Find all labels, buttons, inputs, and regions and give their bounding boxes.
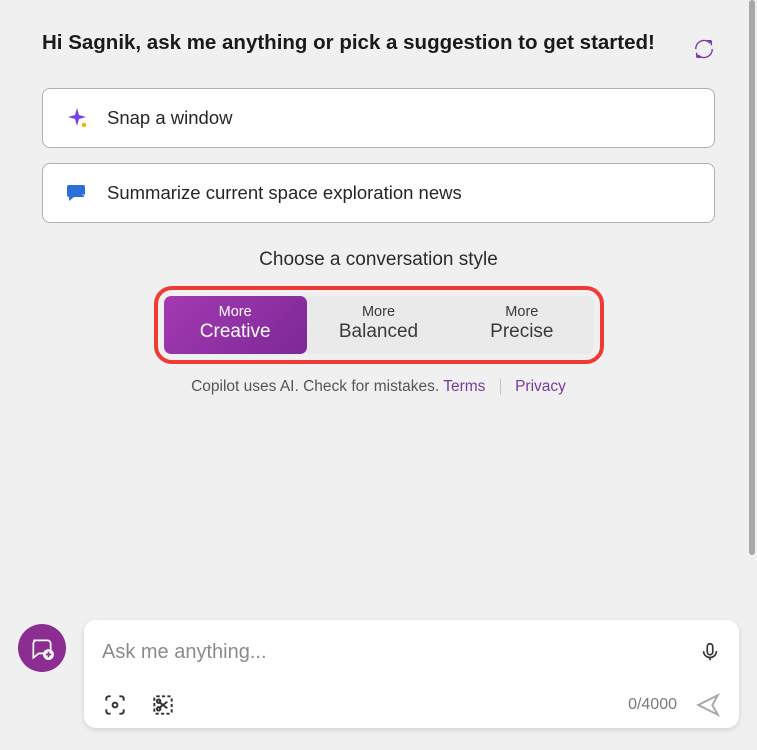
style-option-creative[interactable]: More Creative xyxy=(164,296,307,354)
style-line2: Creative xyxy=(168,321,303,344)
terms-link[interactable]: Terms xyxy=(443,378,485,395)
style-line1: More xyxy=(311,304,446,321)
send-icon[interactable] xyxy=(695,692,721,718)
disclaimer-text: Copilot uses AI. Check for mistakes. xyxy=(191,378,439,395)
refresh-icon[interactable] xyxy=(693,38,715,60)
style-line1: More xyxy=(168,304,303,321)
sparkle-icon xyxy=(65,106,89,130)
chat-bubble-icon xyxy=(65,181,89,205)
microphone-icon[interactable] xyxy=(699,641,721,663)
style-option-balanced[interactable]: More Balanced xyxy=(307,296,450,354)
style-heading: Choose a conversation style xyxy=(42,249,715,271)
chat-input[interactable] xyxy=(102,641,687,664)
suggestions-list: Snap a window Summarize current space ex… xyxy=(42,88,715,223)
chat-input-box: 0/4000 xyxy=(84,620,739,728)
style-line2: Balanced xyxy=(311,321,446,344)
suggestion-label: Summarize current space exploration news xyxy=(107,182,462,204)
style-line2: Precise xyxy=(454,321,589,344)
style-option-precise[interactable]: More Precise xyxy=(450,296,593,354)
snip-icon[interactable] xyxy=(150,692,176,718)
scrollbar[interactable] xyxy=(749,0,755,555)
legal-text: Copilot uses AI. Check for mistakes. Ter… xyxy=(42,378,715,396)
char-counter: 0/4000 xyxy=(628,696,677,714)
suggestion-summarize-news[interactable]: Summarize current space exploration news xyxy=(42,163,715,223)
screenshot-icon[interactable] xyxy=(102,692,128,718)
suggestion-snap-window[interactable]: Snap a window xyxy=(42,88,715,148)
privacy-link[interactable]: Privacy xyxy=(515,378,566,395)
greeting-text: Hi Sagnik, ask me anything or pick a sug… xyxy=(42,28,673,58)
new-chat-button[interactable] xyxy=(18,624,66,672)
suggestion-label: Snap a window xyxy=(107,107,232,129)
style-selector: More Creative More Balanced More Precise xyxy=(164,296,594,354)
style-line1: More xyxy=(454,304,589,321)
style-selector-highlight: More Creative More Balanced More Precise xyxy=(154,286,604,364)
separator xyxy=(500,379,501,395)
